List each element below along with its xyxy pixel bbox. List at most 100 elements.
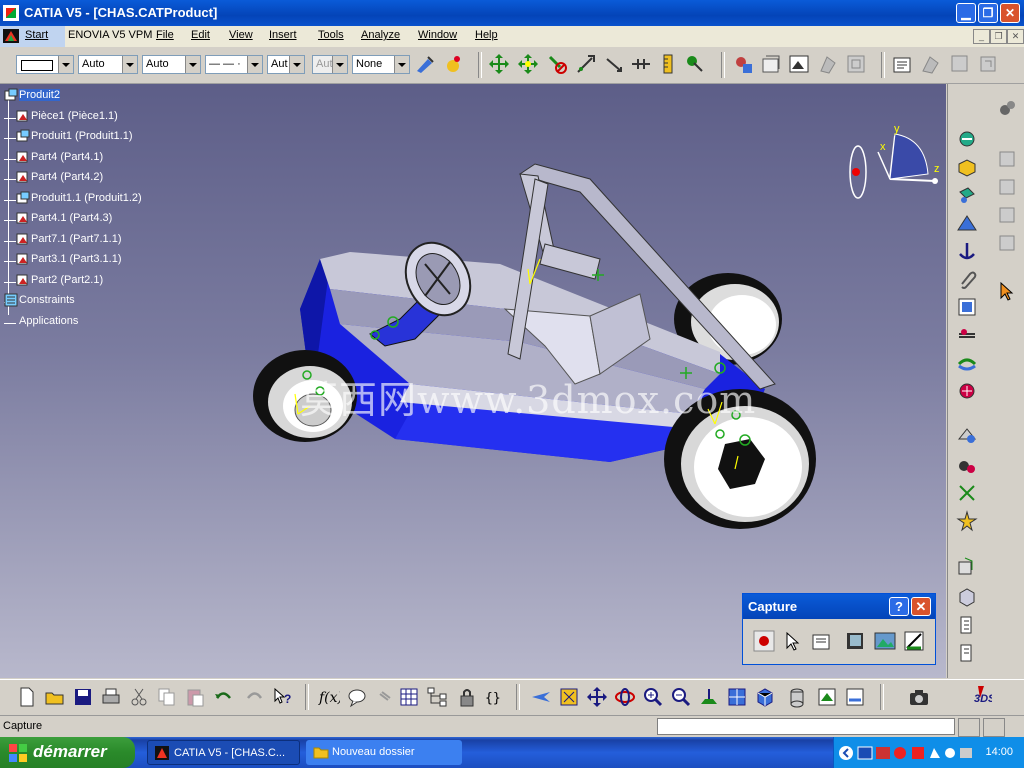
multi-view-icon[interactable]	[726, 686, 748, 708]
album-icon[interactable]	[845, 630, 867, 652]
pointer-arrow-icon[interactable]	[996, 280, 1018, 302]
copy-icon[interactable]	[156, 686, 178, 708]
replace-component-icon[interactable]	[817, 53, 839, 75]
offset-constraint-icon[interactable]	[956, 352, 978, 374]
status-button-1[interactable]	[958, 718, 980, 737]
fix-together-icon[interactable]	[956, 296, 978, 318]
save-management-icon[interactable]	[949, 53, 971, 75]
properties-icon[interactable]	[892, 53, 914, 75]
manipulation-icon[interactable]	[488, 53, 510, 75]
paperclip-icon[interactable]	[956, 268, 978, 290]
listing-report-icon[interactable]	[956, 642, 978, 664]
scene-icon[interactable]	[956, 556, 978, 578]
tree-item[interactable]: Pièce1 (Pièce1.1)	[16, 109, 118, 127]
hide-show-icon[interactable]	[816, 686, 838, 708]
close-button[interactable]: ✕	[1000, 3, 1020, 23]
clock[interactable]: 14:00	[985, 746, 1013, 758]
publication-icon[interactable]	[920, 53, 942, 75]
painter-icon[interactable]	[414, 53, 436, 75]
normal-view-icon[interactable]	[698, 686, 720, 708]
table-icon[interactable]	[398, 686, 420, 708]
tree-item[interactable]: Part4 (Part4.1)	[16, 150, 103, 168]
tree-item[interactable]: Applications	[4, 314, 78, 332]
shading-icon[interactable]	[786, 686, 808, 708]
task-folder[interactable]: Nouveau dossier	[306, 740, 462, 765]
tree-item[interactable]: Part2 (Part2.1)	[16, 273, 103, 291]
new-part-icon[interactable]	[996, 176, 1018, 198]
new-file-icon[interactable]	[16, 686, 38, 708]
capture-close-button[interactable]: ✕	[911, 597, 931, 616]
existing-component-icon[interactable]	[760, 53, 782, 75]
component-icon[interactable]	[996, 148, 1018, 170]
doc-restore-button[interactable]: ❐	[990, 29, 1007, 44]
new-product-icon[interactable]	[956, 156, 978, 178]
stop-manipulate-icon[interactable]	[603, 53, 625, 75]
angle-constraint-icon[interactable]	[956, 380, 978, 402]
tree-graph-icon[interactable]	[426, 686, 448, 708]
comment-icon[interactable]	[346, 686, 368, 708]
menu-window[interactable]: Window	[418, 29, 457, 41]
color-combo[interactable]	[16, 55, 74, 74]
swap-space-icon[interactable]	[844, 686, 866, 708]
tree-item[interactable]: Part7.1 (Part7.1.1)	[16, 232, 122, 250]
redo-icon[interactable]	[244, 686, 266, 708]
update-icon[interactable]	[956, 424, 978, 446]
capture-toolbar-title[interactable]: Capture ? ✕	[743, 594, 935, 619]
windows-start-button[interactable]: démarrer	[0, 737, 135, 768]
pattern-combo[interactable]: — — ·	[205, 55, 263, 74]
pan-icon[interactable]	[586, 686, 608, 708]
menu-help[interactable]: Help	[475, 29, 498, 41]
contact-constraint-icon[interactable]	[956, 324, 978, 346]
3d-compass[interactable]	[849, 133, 938, 199]
tree-item[interactable]: Produit1.1 (Produit1.2)	[16, 191, 142, 209]
minimize-button[interactable]: ▁	[956, 3, 976, 23]
capture-help-button[interactable]: ?	[889, 597, 909, 616]
zoom-out-icon[interactable]	[670, 686, 692, 708]
menu-insert[interactable]: Insert	[269, 29, 297, 41]
save-icon[interactable]	[72, 686, 94, 708]
undo-icon[interactable]	[212, 686, 234, 708]
tree-item[interactable]: Produit2	[4, 88, 60, 106]
material-icon[interactable]	[442, 53, 464, 75]
iso-view-icon[interactable]	[754, 686, 776, 708]
link-icon[interactable]	[374, 686, 396, 708]
tree-item[interactable]: Produit1 (Produit1.1)	[16, 129, 133, 147]
explode-icon[interactable]	[575, 53, 597, 75]
capture-options-icon[interactable]	[811, 630, 833, 652]
image-icon[interactable]	[788, 53, 810, 75]
reorder-icon[interactable]	[845, 53, 867, 75]
multi-instantiation-icon[interactable]	[977, 53, 999, 75]
capture-toolbar[interactable]: Capture ? ✕	[742, 593, 936, 665]
catalog-icon[interactable]	[732, 53, 754, 75]
explode-view-icon[interactable]	[956, 482, 978, 504]
record-icon[interactable]	[753, 630, 775, 652]
tree-item[interactable]: Part3.1 (Part3.1.1)	[16, 252, 122, 270]
cube-icon[interactable]	[956, 586, 978, 608]
print-capture-icon[interactable]	[903, 630, 925, 652]
rendering-combo[interactable]: None	[352, 55, 410, 74]
measure-icon[interactable]	[657, 53, 679, 75]
existing-icon[interactable]	[956, 184, 978, 206]
rotate-icon[interactable]	[614, 686, 636, 708]
constraint-icon[interactable]	[630, 53, 652, 75]
doc-minimize-button[interactable]: _	[973, 29, 990, 44]
script-icon[interactable]: {}	[484, 686, 506, 708]
smart-move-icon[interactable]	[546, 53, 568, 75]
anchor-icon[interactable]	[956, 240, 978, 262]
layer-combo[interactable]: Aut	[267, 55, 305, 74]
picture-icon[interactable]	[874, 630, 896, 652]
menu-file[interactable]: File	[156, 29, 174, 41]
linetype-combo[interactable]: Auto	[78, 55, 138, 74]
task-catia[interactable]: CATIA V5 - [CHAS.C...	[147, 740, 300, 765]
power-input-field[interactable]	[657, 718, 955, 735]
camera-icon[interactable]	[908, 686, 930, 708]
cut-icon[interactable]	[128, 686, 150, 708]
clash-icon[interactable]	[684, 53, 706, 75]
graph-tree-icon[interactable]	[996, 232, 1018, 254]
product-structure-icon[interactable]	[956, 128, 978, 150]
catia-app-icon[interactable]	[3, 5, 19, 21]
knowledge-lock-icon[interactable]	[456, 686, 478, 708]
gears-icon[interactable]	[996, 98, 1018, 120]
print-icon[interactable]	[100, 686, 122, 708]
menu-view[interactable]: View	[229, 29, 253, 41]
